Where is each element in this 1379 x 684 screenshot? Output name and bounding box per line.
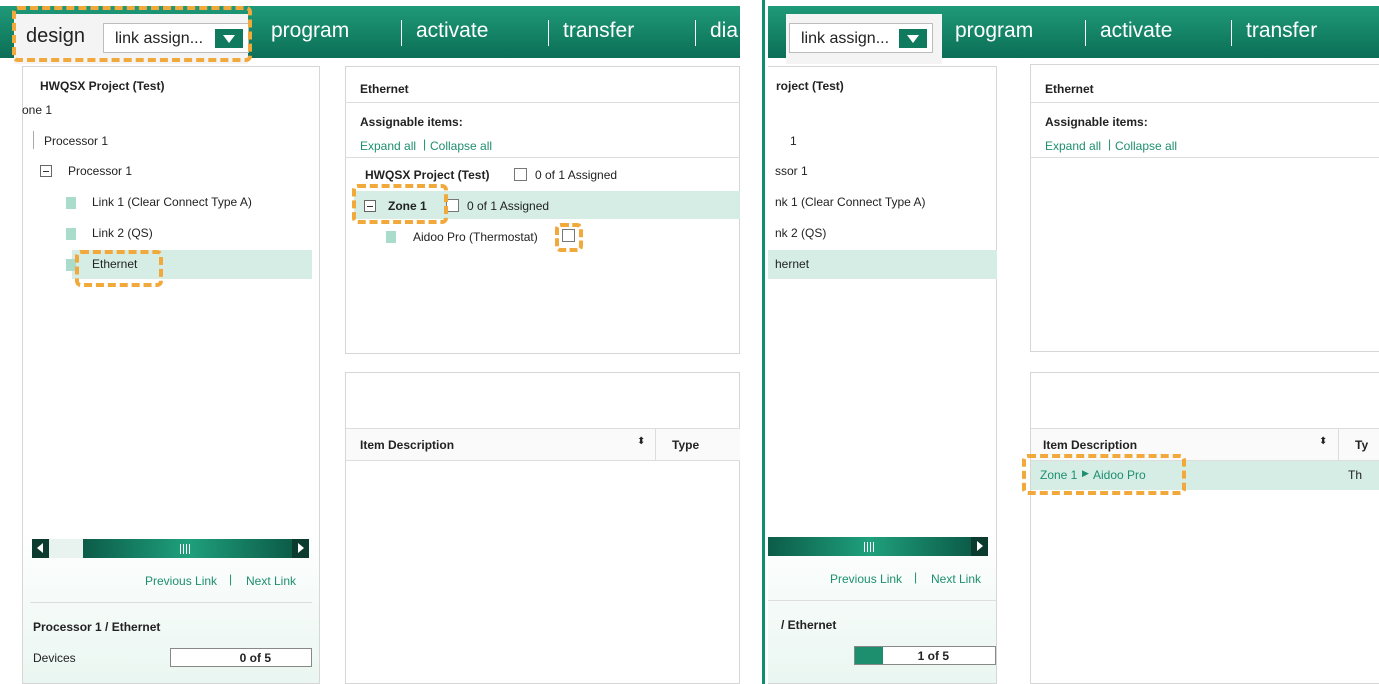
devices-progress: 1 of 5: [854, 646, 996, 665]
link-separator: |: [914, 570, 918, 584]
footer-title: / Ethernet: [781, 618, 837, 632]
highlight-callout: [352, 184, 448, 224]
tab-transfer[interactable]: transfer: [1246, 19, 1317, 43]
tab-activate[interactable]: activate: [416, 19, 488, 43]
tree-line: [33, 131, 34, 149]
column-header-description[interactable]: Item Description: [360, 438, 454, 452]
right-screenshot-panel: link assign... program activate transfer…: [768, 0, 1379, 684]
top-navigation-bar: link assign... program activate transfer: [768, 0, 1379, 64]
column-header-type[interactable]: Ty: [1355, 438, 1368, 452]
tree-zone-item[interactable]: 1: [790, 134, 797, 148]
previous-link[interactable]: Previous Link: [830, 572, 902, 586]
device-tree-panel: HWQSX Project (Test): [22, 66, 320, 684]
device-icon: [386, 231, 396, 243]
panel-title: Ethernet: [360, 82, 409, 96]
tab-separator: [548, 20, 549, 46]
scroll-right-button[interactable]: [292, 539, 309, 558]
tree-link-2[interactable]: nk 2 (QS): [775, 226, 826, 240]
tree-link-1[interactable]: Link 1 (Clear Connect Type A): [92, 195, 252, 209]
divider: [1030, 157, 1379, 158]
tab-diagnostics[interactable]: dia: [710, 19, 738, 43]
divider: [1030, 102, 1379, 103]
row-type-cell: Th: [1348, 468, 1363, 482]
highlight-callout: [555, 223, 583, 252]
column-header-type[interactable]: Type: [672, 438, 699, 452]
tab-transfer[interactable]: transfer: [563, 19, 634, 43]
tree-link-1[interactable]: nk 1 (Clear Connect Type A): [775, 195, 926, 209]
screenshot-divider: [762, 0, 765, 684]
link-separator: |: [229, 572, 233, 586]
zone-assigned-count: 0 of 1 Assigned: [467, 199, 550, 213]
scroll-right-button[interactable]: [971, 537, 988, 556]
tab-separator: [695, 20, 696, 46]
column-divider: [655, 429, 656, 460]
highlight-callout: [75, 250, 163, 287]
tree-processor-item[interactable]: ssor 1: [775, 164, 808, 178]
tab-program[interactable]: program: [955, 19, 1033, 43]
scroll-track: [49, 539, 83, 558]
assignable-label: Assignable items:: [360, 115, 463, 129]
assign-project-title: HWQSX Project (Test): [365, 168, 490, 182]
project-checkbox[interactable]: [514, 168, 527, 181]
next-link[interactable]: Next Link: [931, 572, 981, 586]
link-icon: [66, 197, 76, 209]
link-assign-dropdown[interactable]: link assign...: [789, 23, 933, 53]
tree-link-2[interactable]: Link 2 (QS): [92, 226, 153, 240]
tab-separator: [401, 20, 402, 46]
device-tree-panel: roject (Test): [768, 66, 997, 684]
assigned-items-table: [345, 372, 740, 684]
link-separator: |: [1108, 137, 1112, 151]
devices-count: 1 of 5: [917, 649, 949, 663]
sort-icon[interactable]: ⬍: [1319, 436, 1327, 447]
assignable-items-panel: [1030, 64, 1379, 352]
tree-processor-item[interactable]: Processor 1: [44, 134, 108, 148]
column-divider: [1338, 429, 1339, 460]
tree-processor-item[interactable]: Processor 1: [68, 164, 132, 178]
divider: [30, 602, 312, 603]
collapse-icon[interactable]: [40, 165, 52, 177]
next-link[interactable]: Next Link: [246, 574, 296, 588]
link-icon: [66, 228, 76, 240]
devices-count: 0 of 5: [239, 651, 271, 665]
tab-program[interactable]: program: [271, 19, 349, 43]
collapse-all-link[interactable]: Collapse all: [430, 139, 492, 153]
scroll-left-button[interactable]: [32, 539, 49, 558]
highlight-callout: [12, 6, 252, 62]
left-screenshot-panel: design link assign... program activate t…: [0, 0, 740, 684]
tree-ethernet-item[interactable]: hernet: [775, 257, 809, 271]
dropdown-value: link assign...: [801, 30, 890, 47]
link-separator: |: [423, 137, 427, 151]
sort-icon[interactable]: ⬍: [637, 436, 645, 447]
chevron-down-icon[interactable]: [899, 29, 927, 48]
collapse-all-link[interactable]: Collapse all: [1115, 139, 1177, 153]
tab-separator: [1085, 20, 1086, 46]
expand-all-link[interactable]: Expand all: [1045, 139, 1101, 153]
divider: [345, 157, 740, 158]
tree-project-title: HWQSX Project (Test): [40, 79, 165, 93]
grip-icon: [864, 542, 876, 552]
previous-link[interactable]: Previous Link: [145, 574, 217, 588]
divider: [768, 600, 997, 601]
column-header-description[interactable]: Item Description: [1043, 438, 1137, 452]
expand-all-link[interactable]: Expand all: [360, 139, 416, 153]
project-assigned-count: 0 of 1 Assigned: [535, 168, 618, 182]
grip-icon: [180, 544, 192, 554]
assigned-items-table: [1030, 372, 1379, 684]
devices-progress: 0 of 5: [170, 648, 312, 667]
tree-project-title: roject (Test): [776, 79, 844, 93]
panel-title: Ethernet: [1045, 82, 1094, 96]
devices-label: Devices: [33, 651, 76, 665]
tab-activate[interactable]: activate: [1100, 19, 1172, 43]
tree-zone-item[interactable]: one 1: [22, 103, 52, 117]
footer-title: Processor 1 / Ethernet: [33, 620, 161, 634]
highlight-callout: [1022, 454, 1186, 495]
divider: [345, 102, 740, 103]
assign-device-name: Aidoo Pro (Thermostat): [413, 230, 538, 244]
tab-separator: [1231, 20, 1232, 46]
devices-progress-fill: [855, 647, 883, 664]
assignable-label: Assignable items:: [1045, 115, 1148, 129]
